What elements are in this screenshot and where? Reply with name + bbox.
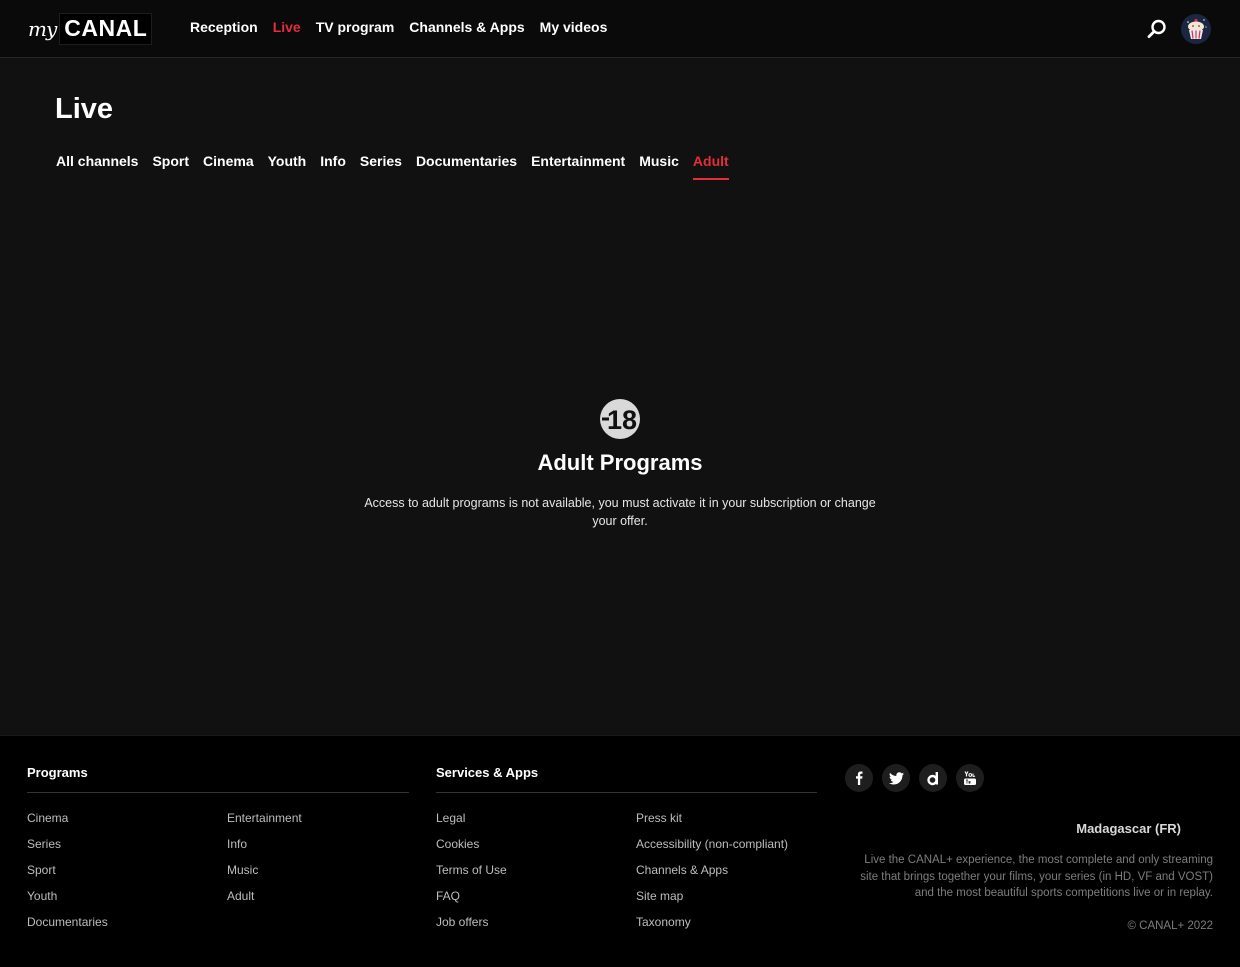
footer-services-title: Services & Apps — [436, 765, 539, 780]
footer-link[interactable]: Accessibility (non-compliant) — [636, 836, 788, 853]
youtube-icon[interactable] — [956, 764, 984, 792]
page-title: Live — [55, 93, 114, 125]
social-links — [845, 764, 984, 792]
tab-youth[interactable]: Youth — [268, 153, 307, 180]
footer-link[interactable]: Info — [227, 836, 302, 853]
footer-programs-list-2: Entertainment Info Music Adult — [227, 810, 302, 905]
avatar-cupcake-icon — [1181, 14, 1211, 44]
footer-link[interactable]: FAQ — [436, 888, 507, 905]
footer-link[interactable]: Youth — [27, 888, 108, 905]
tab-sport[interactable]: Sport — [152, 153, 189, 180]
tab-series[interactable]: Series — [360, 153, 402, 180]
footer: Programs Cinema Series Sport Youth Docum… — [0, 735, 1240, 967]
main-nav: Reception Live TV program Channels & App… — [190, 19, 607, 35]
dailymotion-icon[interactable] — [919, 764, 947, 792]
tab-adult[interactable]: Adult — [692, 153, 729, 180]
footer-link[interactable]: Press kit — [636, 810, 788, 827]
tab-cinema[interactable]: Cinema — [203, 153, 254, 180]
footer-link[interactable]: Site map — [636, 888, 788, 905]
profile-avatar[interactable] — [1181, 14, 1211, 44]
nav-my-videos[interactable]: My videos — [540, 19, 608, 35]
tab-entertainment[interactable]: Entertainment — [531, 153, 625, 180]
search-icon[interactable] — [1146, 18, 1168, 40]
footer-services-list-1: Legal Cookies Terms of Use FAQ Job offer… — [436, 810, 507, 931]
message-title: Adult Programs — [537, 450, 703, 475]
logo-brand: CANAL — [59, 13, 153, 45]
footer-link[interactable]: Cookies — [436, 836, 507, 853]
nav-channels-apps[interactable]: Channels & Apps — [409, 19, 524, 35]
logo-prefix: my — [28, 17, 57, 41]
footer-link[interactable]: Entertainment — [227, 810, 302, 827]
footer-link[interactable]: Taxonomy — [636, 914, 788, 931]
footer-services-divider — [436, 792, 817, 793]
country-label: Madagascar (FR) — [1076, 821, 1181, 836]
footer-services-list-2: Press kit Accessibility (non-compliant) … — [636, 810, 788, 931]
facebook-icon[interactable] — [845, 764, 873, 792]
footer-link[interactable]: Channels & Apps — [636, 862, 788, 879]
footer-link[interactable]: Job offers — [436, 914, 507, 931]
badge-number: 18 — [607, 405, 637, 435]
tab-info[interactable]: Info — [320, 153, 346, 180]
footer-programs-list-1: Cinema Series Sport Youth Documentaries — [27, 810, 108, 931]
message-text: Access to adult programs is not availabl… — [364, 496, 876, 528]
footer-link[interactable]: Terms of Use — [436, 862, 507, 879]
footer-link[interactable]: Sport — [27, 862, 108, 879]
category-tabs: All channels Sport Cinema Youth Info Ser… — [56, 153, 729, 180]
footer-programs-divider — [27, 792, 409, 793]
nav-live[interactable]: Live — [273, 19, 301, 35]
footer-link[interactable]: Music — [227, 862, 302, 879]
footer-link[interactable]: Series — [27, 836, 108, 853]
nav-tv-program[interactable]: TV program — [316, 19, 395, 35]
nav-reception[interactable]: Reception — [190, 19, 258, 35]
footer-link[interactable]: Legal — [436, 810, 507, 827]
tab-music[interactable]: Music — [639, 153, 679, 180]
tab-all-channels[interactable]: All channels — [56, 153, 138, 180]
copyright: © CANAL+ 2022 — [1127, 920, 1213, 932]
footer-description: Live the CANAL+ experience, the most com… — [860, 854, 1213, 899]
top-header: my CANAL Reception Live TV program Chann… — [0, 0, 1240, 58]
footer-link[interactable]: Adult — [227, 888, 302, 905]
twitter-icon[interactable] — [882, 764, 910, 792]
footer-link[interactable]: Cinema — [27, 810, 108, 827]
footer-programs-title: Programs — [27, 765, 88, 780]
tab-documentaries[interactable]: Documentaries — [416, 153, 517, 180]
footer-link[interactable]: Documentaries — [27, 914, 108, 931]
age-18-badge-icon: 18 — [599, 398, 641, 440]
adult-restriction-message: 18 Adult Programs Access to adult progra… — [340, 398, 900, 530]
mycanal-logo[interactable]: my CANAL — [28, 13, 153, 45]
